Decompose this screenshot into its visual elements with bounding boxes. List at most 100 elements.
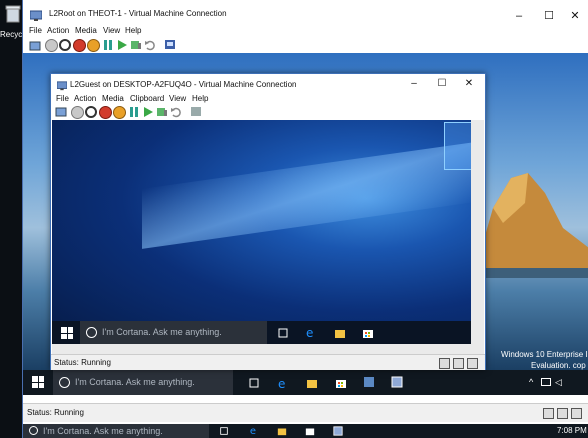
inner-start-button[interactable] (61, 327, 73, 339)
wallpaper-windows-logo (444, 122, 471, 170)
inner-shutdown-icon[interactable] (99, 106, 112, 119)
inner-window-title: L2Guest on DESKTOP-A2FUQ4O - Virtual Mac… (70, 80, 297, 89)
outer-cortana-search[interactable]: I'm Cortana. Ask me anything. (53, 370, 233, 395)
inner-close-button[interactable]: ✕ (456, 76, 482, 92)
turn-off-icon[interactable] (59, 39, 71, 51)
outer-search-placeholder: I'm Cortana. Ask me anything. (75, 377, 195, 387)
svg-text:e: e (250, 426, 256, 435)
inner-vertical-scrollbar[interactable] (471, 120, 484, 344)
outer-toolbar (23, 36, 588, 54)
start-vm-icon[interactable] (45, 39, 58, 52)
outer-keyboard-icon (543, 408, 554, 419)
host-cortana-search[interactable]: I'm Cortana. Ask me anything. (23, 424, 209, 438)
host-clock[interactable]: 7:08 PM (557, 426, 587, 435)
inner-horizontal-scrollbar[interactable] (52, 344, 484, 354)
inner-menu-bar: File Action Media Clipboard View Help (51, 92, 485, 104)
inner-cortana-icon (86, 327, 97, 338)
inner-menu-file[interactable]: File (56, 94, 69, 103)
vm-connection-icon (30, 10, 42, 21)
host-store-icon[interactable] (305, 426, 315, 436)
shutdown-icon[interactable] (73, 39, 86, 52)
host-file-explorer-icon[interactable] (277, 426, 287, 436)
inner-search-placeholder: I'm Cortana. Ask me anything. (102, 327, 222, 337)
inner-status-text: Status: Running (54, 358, 111, 367)
host-vm-connection-icon[interactable] (333, 426, 343, 436)
host-cortana-icon (29, 426, 38, 435)
inner-title-bar[interactable]: L2Guest on DESKTOP-A2FUQ4O - Virtual Mac… (51, 74, 485, 92)
task-view-icon[interactable] (248, 377, 260, 389)
revert-icon[interactable] (144, 39, 156, 51)
inner-menu-action[interactable]: Action (74, 94, 96, 103)
inner-vm-window: L2Guest on DESKTOP-A2FUQ4O - Virtual Mac… (50, 73, 486, 370)
inner-lock-icon (453, 358, 464, 369)
inner-enhanced-session-icon[interactable] (190, 106, 202, 118)
svg-text:e: e (306, 326, 313, 338)
inner-status-bar: Status: Running (51, 354, 485, 370)
inner-revert-icon[interactable] (170, 106, 182, 118)
host-edge-icon[interactable]: e (249, 425, 259, 435)
enhanced-session-icon[interactable] (164, 39, 176, 51)
outer-maximize-button[interactable]: ☐ (535, 7, 563, 25)
inner-edge-icon[interactable]: e (305, 326, 317, 338)
save-state-icon[interactable] (87, 39, 100, 52)
outer-lock-icon (557, 408, 568, 419)
inner-minimize-button[interactable]: – (401, 76, 427, 92)
inner-turn-off-icon[interactable] (85, 106, 97, 118)
pause-icon[interactable] (102, 39, 114, 51)
host-task-view-icon[interactable] (219, 426, 229, 436)
inner-resume-icon[interactable] (142, 106, 154, 118)
host-search-placeholder: I'm Cortana. Ask me anything. (43, 426, 163, 436)
inner-checkpoint-icon[interactable] (156, 106, 168, 118)
outer-network-icon[interactable] (541, 378, 551, 386)
edge-icon[interactable]: e (277, 377, 289, 389)
outer-volume-icon[interactable]: ◁ (555, 377, 562, 388)
recycle-bin-icon[interactable] (5, 5, 21, 23)
host-taskbar: I'm Cortana. Ask me anything. e 7:08 PM (23, 424, 588, 438)
inner-toolbar (51, 104, 485, 120)
windows-edition-watermark: Windows 10 Enterprise In (501, 350, 588, 359)
svg-text:e: e (278, 377, 285, 389)
outer-start-button[interactable] (32, 376, 44, 388)
store-icon[interactable] (335, 377, 347, 389)
inner-task-view-icon[interactable] (277, 327, 289, 339)
inner-cortana-search[interactable]: I'm Cortana. Ask me anything. (80, 321, 267, 344)
recycle-bin-label: Recycle (0, 30, 22, 39)
checkpoint-icon[interactable] (130, 39, 142, 51)
inner-menu-help[interactable]: Help (192, 94, 208, 103)
inner-menu-clipboard[interactable]: Clipboard (130, 94, 164, 103)
resume-icon[interactable] (116, 39, 128, 51)
outer-status-bar: Status: Running (23, 403, 588, 422)
cortana-icon (59, 377, 70, 388)
inner-display-icon (467, 358, 478, 369)
inner-maximize-button[interactable]: ☐ (429, 76, 455, 92)
inner-vm-connection-icon (57, 81, 67, 91)
outer-close-button[interactable]: ✕ (561, 7, 588, 25)
outer-minimize-button[interactable]: – (505, 7, 533, 25)
outer-menu-action[interactable]: Action (47, 26, 69, 35)
inner-store-icon[interactable] (362, 327, 374, 339)
outer-menu-bar: File Action Media View Help (23, 24, 588, 36)
hyperv-manager-icon[interactable] (363, 376, 375, 388)
inner-guest-taskbar: I'm Cortana. Ask me anything. e (52, 321, 471, 344)
inner-guest-desktop[interactable]: I'm Cortana. Ask me anything. e (52, 120, 471, 344)
evaluation-watermark: Evaluation. cop (531, 361, 586, 370)
outer-menu-view[interactable]: View (103, 26, 120, 35)
inner-ctrl-alt-del-icon[interactable] (55, 106, 67, 118)
inner-file-explorer-icon[interactable] (334, 327, 346, 339)
inner-menu-media[interactable]: Media (102, 94, 124, 103)
inner-start-vm-icon[interactable] (71, 106, 84, 119)
inner-pause-icon[interactable] (128, 106, 140, 118)
inner-save-state-icon[interactable] (113, 106, 126, 119)
inner-menu-view[interactable]: View (169, 94, 186, 103)
outer-menu-file[interactable]: File (29, 26, 42, 35)
outer-menu-media[interactable]: Media (75, 26, 97, 35)
ctrl-alt-del-icon[interactable] (29, 40, 41, 52)
inner-keyboard-icon (439, 358, 450, 369)
wallpaper-light-beam (142, 141, 471, 249)
file-explorer-icon[interactable] (306, 377, 318, 389)
outer-menu-help[interactable]: Help (125, 26, 141, 35)
vm-connection-taskbar-icon[interactable] (391, 376, 403, 388)
outer-guest-taskbar: I'm Cortana. Ask me anything. e ^ ◁ (23, 370, 588, 395)
outer-window-title: L2Root on THEOT-1 - Virtual Machine Conn… (49, 9, 227, 18)
outer-tray-chevron-icon[interactable]: ^ (529, 377, 533, 387)
